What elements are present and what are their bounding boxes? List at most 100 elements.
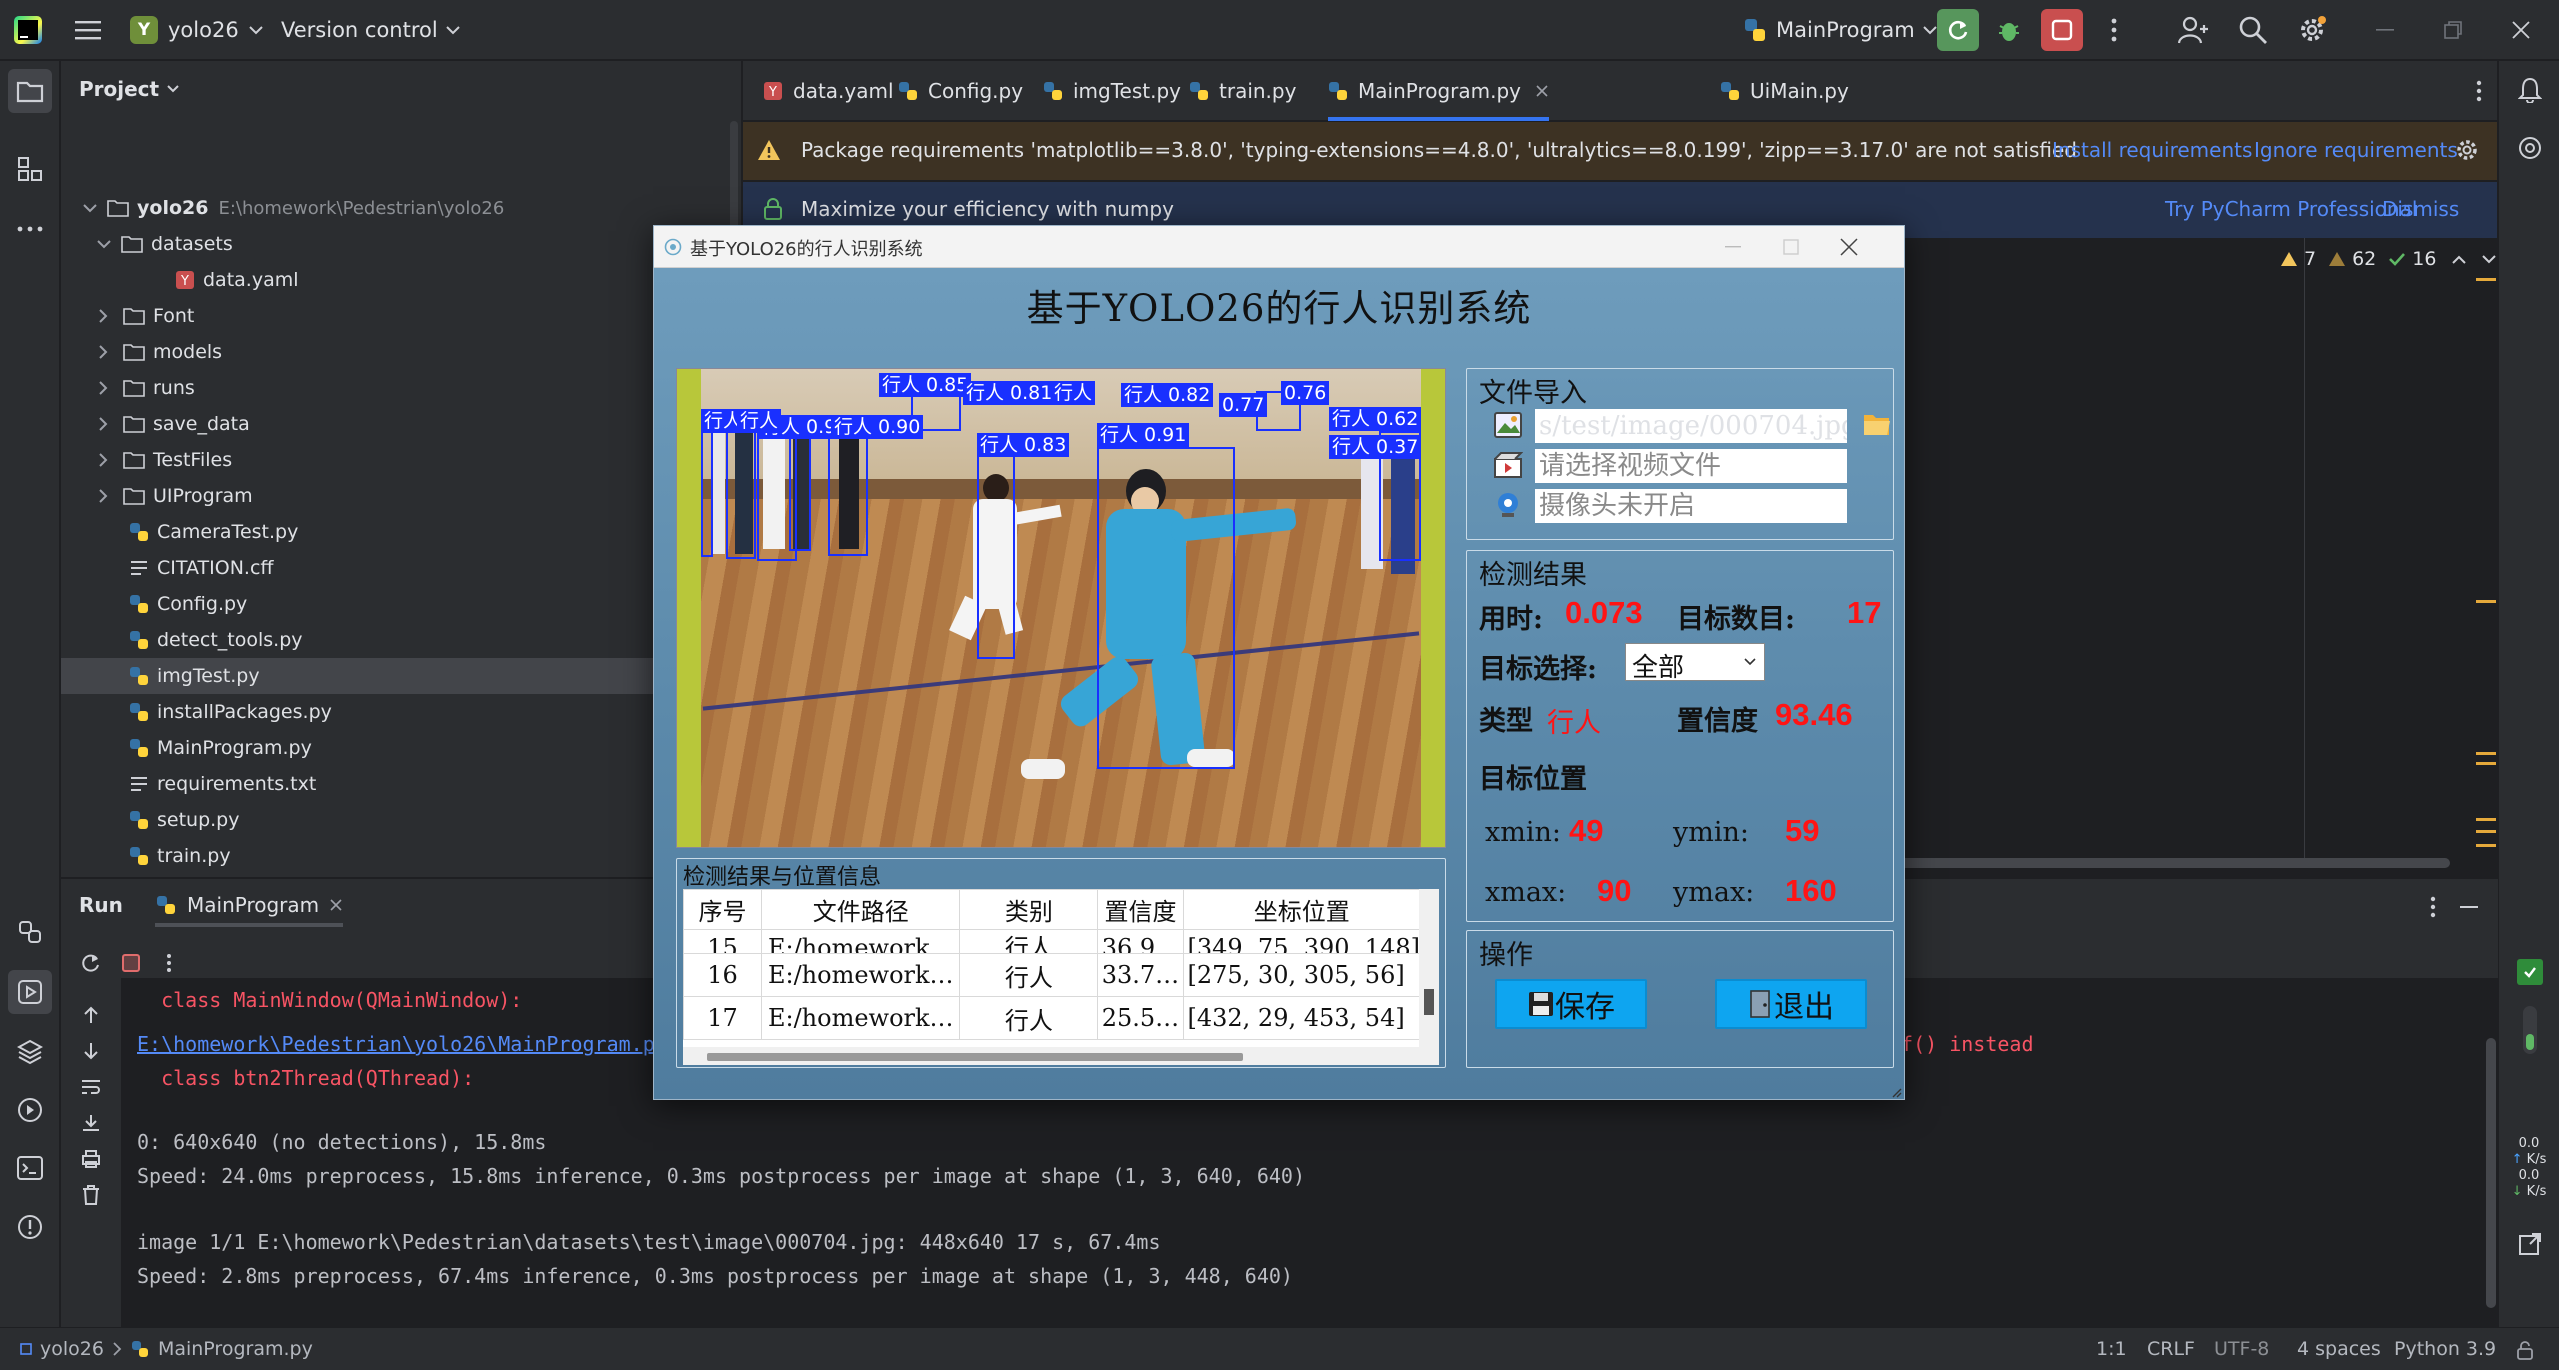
breadcrumb-file[interactable]: MainProgram.py xyxy=(158,1338,313,1360)
project-panel-header[interactable]: Project xyxy=(79,77,179,101)
tree-item[interactable]: setup.py xyxy=(61,802,742,838)
editor-h-scrollbar[interactable] xyxy=(1850,858,2450,868)
file-encoding[interactable]: UTF-8 xyxy=(2214,1338,2269,1360)
screenshot-tool-icon[interactable] xyxy=(2515,1229,2545,1259)
scroll-down-icon[interactable] xyxy=(77,1037,105,1065)
target-select-dropdown[interactable]: 全部 xyxy=(1625,643,1765,683)
image-file-icon[interactable] xyxy=(1493,411,1523,439)
save-button[interactable]: 保存 xyxy=(1495,979,1647,1029)
tree-item[interactable]: datasets xyxy=(61,226,742,262)
hide-panel-icon[interactable] xyxy=(2455,893,2483,921)
open-folder-icon[interactable] xyxy=(1863,411,1891,437)
run-config-selector[interactable]: MainProgram xyxy=(1742,12,1937,48)
rerun-button[interactable] xyxy=(1937,9,1979,51)
run-more-icon[interactable] xyxy=(155,949,183,977)
tree-item[interactable]: UIProgram xyxy=(61,478,742,514)
python-packages-tool-button[interactable] xyxy=(14,1036,46,1068)
result-table[interactable]: 序号 文件路径 类别 置信度 坐标位置 15 E:/homework… 行人 36.9… [34… xyxy=(683,889,1439,1065)
video-file-icon[interactable] xyxy=(1493,451,1523,479)
shield-check-icon[interactable] xyxy=(2517,959,2543,985)
pycharm-logo-icon[interactable] xyxy=(14,16,42,44)
structure-tool-button[interactable] xyxy=(14,153,46,185)
tree-item[interactable]: Ydata.yaml xyxy=(61,262,742,298)
tree-item[interactable]: runs xyxy=(61,370,742,406)
image-path-field[interactable]: s/test/image/000704.jpg xyxy=(1535,409,1847,443)
vcs-menu[interactable]: Version control xyxy=(281,12,460,48)
python-console-tool-button[interactable] xyxy=(14,916,46,948)
editor-tab[interactable]: UiMain.py xyxy=(1720,61,1849,121)
stop-button[interactable] xyxy=(2041,9,2083,51)
table-header-cell[interactable]: 文件路径 xyxy=(761,889,961,930)
table-row[interactable]: 15 E:/homework… 行人 36.9… [349, 75, 390, 148] xyxy=(683,929,1421,954)
table-header-cell[interactable]: 序号 xyxy=(683,889,763,930)
restore-window-icon[interactable] xyxy=(2436,14,2470,46)
minimize-window-icon[interactable] xyxy=(2368,14,2402,46)
console-scrollbar[interactable] xyxy=(2486,1038,2496,1308)
breadcrumb-project[interactable]: yolo26 xyxy=(40,1338,104,1360)
notifications-icon[interactable] xyxy=(2513,73,2547,107)
caret-position[interactable]: 1:1 xyxy=(2096,1338,2127,1360)
run-tab-mainprogram[interactable]: MainProgram xyxy=(155,887,344,927)
exit-button[interactable]: 退出 xyxy=(1715,979,1867,1029)
camera-status-field[interactable]: 摄像头未开启 xyxy=(1535,489,1847,523)
tree-item[interactable]: CameraTest.py xyxy=(61,514,742,550)
run-panel-more-icon[interactable] xyxy=(2419,893,2447,921)
app-maximize-icon[interactable] xyxy=(1776,234,1806,260)
table-v-scrollbar[interactable] xyxy=(1419,889,1439,1049)
python-interpreter[interactable]: Python 3.9 xyxy=(2394,1338,2496,1360)
settings-gear-icon[interactable] xyxy=(2295,14,2329,46)
tree-item[interactable]: train.py xyxy=(61,838,742,874)
close-tab-icon[interactable] xyxy=(329,898,343,912)
table-row[interactable]: 16 E:/homework… 行人 33.7… [275, 30, 305, 56] xyxy=(683,953,1421,997)
print-icon[interactable] xyxy=(77,1145,105,1173)
camera-icon[interactable] xyxy=(1493,491,1523,519)
tree-item[interactable]: MainProgram.py xyxy=(61,730,742,766)
tree-item[interactable]: TestFiles xyxy=(61,442,742,478)
problems-tool-button[interactable] xyxy=(14,1211,46,1243)
search-icon[interactable] xyxy=(2236,14,2270,46)
add-user-icon[interactable] xyxy=(2176,14,2210,46)
table-h-scrollbar[interactable] xyxy=(683,1047,1439,1065)
more-tools-icon[interactable] xyxy=(14,213,46,245)
stop-small-icon[interactable] xyxy=(117,949,145,977)
rerun-small-icon[interactable] xyxy=(77,949,105,977)
close-tab-icon[interactable] xyxy=(1535,84,1549,98)
lock-edit-icon[interactable] xyxy=(2516,1340,2536,1360)
main-menu-icon[interactable] xyxy=(72,14,104,46)
table-header-cell[interactable]: 置信度 xyxy=(1097,889,1184,930)
tree-item[interactable]: models xyxy=(61,334,742,370)
project-switcher[interactable]: Y yolo26 xyxy=(130,12,263,48)
run-tool-button[interactable] xyxy=(8,970,52,1014)
tree-item[interactable]: imgTest.py xyxy=(61,658,742,694)
install-requirements-link[interactable]: Install requirements xyxy=(2052,138,2252,162)
inspection-widget[interactable]: 7 62 16 xyxy=(2280,246,2497,272)
tree-item[interactable]: Config.py xyxy=(61,586,742,622)
services-tool-button[interactable] xyxy=(14,1094,46,1126)
banner-settings-gear-icon[interactable] xyxy=(2455,138,2479,162)
video-path-field[interactable]: 请选择视频文件 xyxy=(1535,449,1847,483)
project-tool-button[interactable] xyxy=(8,69,52,113)
line-separator[interactable]: CRLF xyxy=(2147,1338,2195,1360)
app-minimize-icon[interactable] xyxy=(1718,234,1748,260)
ai-assistant-icon[interactable] xyxy=(2513,131,2547,165)
dismiss-link[interactable]: Dismiss xyxy=(2382,197,2459,221)
table-header-cell[interactable]: 类别 xyxy=(959,889,1099,930)
editor-tab[interactable]: Config.py xyxy=(898,61,1023,121)
table-header-cell[interactable]: 坐标位置 xyxy=(1182,889,1421,930)
editor-tab[interactable]: MainProgram.py xyxy=(1328,61,1550,121)
close-window-icon[interactable] xyxy=(2504,14,2538,46)
scroll-to-end-icon[interactable] xyxy=(77,1109,105,1137)
tree-item[interactable]: requirements.txt xyxy=(61,766,742,802)
tree-item[interactable]: CITATION.cff xyxy=(61,550,742,586)
indent-setting[interactable]: 4 spaces xyxy=(2297,1338,2381,1360)
table-row[interactable]: 17 E:/homework… 行人 25.5… [432, 29, 453, 54] xyxy=(683,996,1421,1040)
more-actions-icon[interactable] xyxy=(2098,14,2130,46)
terminal-tool-button[interactable] xyxy=(14,1152,46,1184)
ignore-requirements-link[interactable]: Ignore requirements xyxy=(2254,138,2458,162)
soft-wrap-icon[interactable] xyxy=(77,1073,105,1101)
editor-tab[interactable]: imgTest.py xyxy=(1043,61,1181,121)
tree-item[interactable]: save_data xyxy=(61,406,742,442)
try-pycharm-pro-link[interactable]: Try PyCharm Professional xyxy=(2165,197,2417,221)
app-close-icon[interactable] xyxy=(1834,234,1864,260)
tree-item[interactable]: installPackages.py xyxy=(61,694,742,730)
